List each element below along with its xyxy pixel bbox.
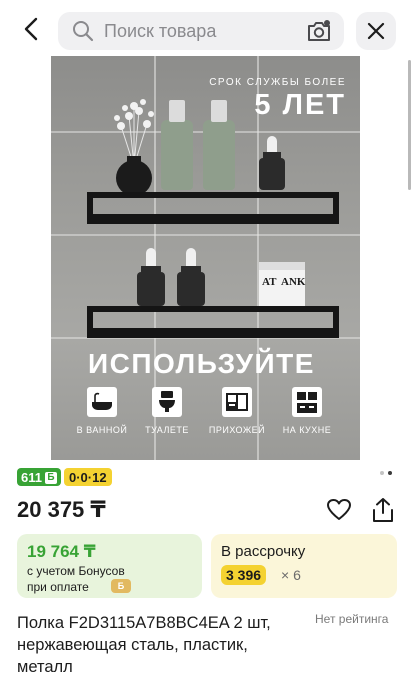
bonus-price-card[interactable]: 19 764 ₸ с учетом Бонусов при оплате Б <box>17 534 202 598</box>
lower-shelf <box>87 306 339 312</box>
upper-shelf-side-r <box>333 192 339 224</box>
share-icon[interactable] <box>370 496 396 524</box>
camera-search-icon[interactable] <box>306 19 332 43</box>
cabinet-icon <box>226 393 248 411</box>
pump-bottle-2 <box>203 120 235 190</box>
promo-subtitle: СРОК СЛУЖБЫ БОЛЕЕ <box>209 77 346 88</box>
pump-cap-2 <box>211 100 227 122</box>
back-button[interactable] <box>16 14 46 44</box>
installment-title: В рассрочку <box>221 543 306 560</box>
search-box[interactable] <box>58 12 344 50</box>
bonus-coin-icon: Б <box>111 579 131 593</box>
feature-hallway: ПРИХОЖЕЙ <box>202 387 272 435</box>
scrollbar[interactable] <box>408 60 411 190</box>
bathtub-icon <box>92 392 112 410</box>
installment-monthly: 3 396 <box>221 565 267 585</box>
top-bar <box>0 0 414 58</box>
product-image[interactable]: СРОК СЛУЖБЫ БОЛЕЕ 5 ЛЕТ AT ANK ИСПОЛЬЗУЙ… <box>51 56 360 460</box>
upper-shelf-side <box>87 192 93 224</box>
close-icon <box>367 22 385 40</box>
search-icon <box>73 21 94 42</box>
heart-icon[interactable] <box>326 497 352 523</box>
price: 20 375 ₸ <box>17 497 106 522</box>
dropper-bottle-2 <box>137 248 165 306</box>
gallery-dots <box>380 471 392 475</box>
search-input[interactable] <box>104 20 284 42</box>
promo-title: 5 ЛЕТ <box>254 89 346 121</box>
upper-shelf-rail <box>87 214 339 224</box>
lower-shelf-side-r <box>333 306 339 338</box>
installment-multiplier: × 6 <box>281 567 301 583</box>
flower-vase <box>114 99 154 196</box>
feature-bathroom: В ВАННОЙ <box>67 387 137 435</box>
close-button[interactable] <box>356 12 396 50</box>
installment-card[interactable]: В рассрочку 3 396 × 6 <box>211 534 397 598</box>
product-title: Полка F2D3115A7B8BC4EA 2 шт, нержавеющая… <box>17 614 271 676</box>
product-page: СРОК СЛУЖБЫ БОЛЕЕ 5 ЛЕТ <box>0 0 414 699</box>
bonus-symbol-icon: Б <box>44 471 57 484</box>
feature-toilet: ТУАЛЕТЕ <box>132 387 202 435</box>
feature-label: НА КУХНЕ <box>282 425 332 435</box>
pump-bottle-1 <box>161 120 193 190</box>
jar: AT ANK <box>259 262 305 310</box>
use-title: ИСПОЛЬЗУЙТЕ <box>88 348 315 379</box>
rating-status[interactable]: Нет рейтинга <box>315 612 388 626</box>
dropper-bottle-1 <box>259 136 285 190</box>
tags-row: 611 Б 0·0·12 <box>17 468 112 486</box>
bonus-price: 19 764 ₸ <box>27 542 96 561</box>
feature-label: ПРИХОЖЕЙ <box>208 425 266 435</box>
gallery-dot[interactable] <box>380 471 384 475</box>
lower-shelf-rail <box>87 328 339 338</box>
bonus-count: 611 <box>21 470 42 485</box>
lower-shelf-side <box>87 306 93 338</box>
chevron-left-icon <box>24 17 38 41</box>
bonus-tag: 611 Б <box>17 468 61 486</box>
kitchen-icon <box>297 392 317 413</box>
gallery-dot-active[interactable] <box>388 471 392 475</box>
dropper-bottle-3 <box>177 248 205 306</box>
bonus-note-line1: с учетом Бонусов <box>27 564 125 578</box>
toilet-icon <box>159 391 175 412</box>
feature-label: В ВАННОЙ <box>76 425 128 435</box>
pump-cap-1 <box>169 100 185 122</box>
installment-tag: 0·0·12 <box>63 468 112 486</box>
bonus-note-line2: при оплате <box>27 580 89 594</box>
feature-label: ТУАЛЕТЕ <box>145 425 189 435</box>
upper-shelf <box>87 192 339 198</box>
feature-kitchen: НА КУХНЕ <box>272 387 342 435</box>
